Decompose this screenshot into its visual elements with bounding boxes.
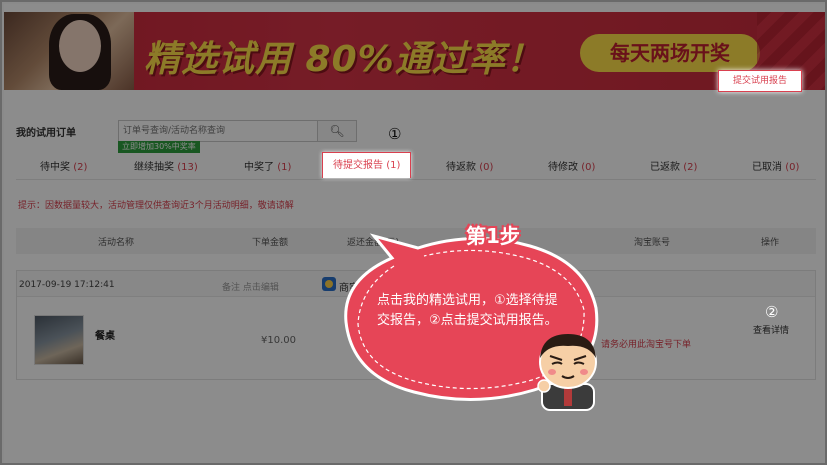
product-thumbnail[interactable] (34, 315, 84, 365)
tab-continue-draw[interactable]: 继续抽奖 (13) (134, 158, 198, 173)
column-header-order-amount: 下单金额 (252, 238, 289, 248)
tab-label: 已返款 (650, 162, 680, 173)
screenshot-frame: 精选试用 80%通过率！ 每天两场开奖 我的试用订单 🔍︎ 立即增加30%中奖率… (0, 0, 827, 465)
tab-pending-refund[interactable]: 待返款 (0) (446, 158, 493, 173)
tab-won[interactable]: 中奖了 (1) (244, 158, 291, 173)
tab-count: (13) (177, 162, 198, 173)
order-price: ¥10.00 (261, 335, 296, 346)
tab-pending-draw[interactable]: 待中奖 (2) (40, 158, 87, 173)
banner-schedule-pill: 每天两场开奖 (580, 34, 760, 72)
tab-count: (0) (479, 162, 494, 173)
tab-pending-report[interactable]: 待提交报告 (1) (322, 152, 412, 178)
view-details-link[interactable]: 查看详情 (753, 323, 789, 336)
tab-label: 待提交报告 (333, 160, 383, 171)
banner-model-face (59, 20, 101, 72)
order-status-tabs: 待中奖 (2) 继续抽奖 (13) 中奖了 (1) 待提交报告 (1) 待返款 … (16, 152, 816, 180)
search-button[interactable]: 🔍︎ (317, 120, 357, 142)
column-header-activity: 活动名称 (98, 238, 135, 248)
banner-model-photo (4, 12, 134, 90)
tab-label: 待修改 (548, 162, 578, 173)
callout-step-title: 第1步 (466, 224, 520, 248)
tab-refunded[interactable]: 已返款 (2) (650, 158, 697, 173)
order-remark-link[interactable]: 备注 点击编辑 (222, 280, 279, 293)
promo-banner[interactable]: 精选试用 80%通过率！ 每天两场开奖 (4, 12, 825, 90)
tab-count: (0) (581, 162, 596, 173)
tab-count: (1) (386, 160, 401, 171)
tab-count: (0) (785, 162, 800, 173)
my-trial-orders-label: 我的试用订单 (16, 128, 76, 139)
tab-label: 待中奖 (40, 162, 70, 173)
taobao-account-note: 请务必用此淘宝号下单 (601, 340, 692, 350)
order-search-input[interactable] (118, 120, 318, 142)
column-header-taobao-account: 淘宝账号 (634, 238, 671, 248)
banner-title: 精选试用 80%通过率！ (144, 39, 543, 80)
tab-label: 已取消 (752, 162, 782, 173)
tab-cancelled[interactable]: 已取消 (0) (752, 158, 799, 173)
step-marker-two: ② (765, 303, 779, 321)
search-icon: 🔍︎ (329, 124, 345, 138)
page: 精选试用 80%通过率！ 每天两场开奖 我的试用订单 🔍︎ 立即增加30%中奖率… (4, 4, 825, 463)
tab-count: (1) (277, 162, 292, 173)
step-marker-one: ① (388, 125, 402, 143)
product-name[interactable]: 餐桌 (95, 327, 115, 342)
tab-count: (2) (683, 162, 698, 173)
mascot-character-icon (537, 334, 597, 411)
column-header-actions: 操作 (761, 238, 780, 248)
submit-trial-report-button[interactable]: 提交试用报告 (718, 70, 802, 92)
tab-label: 待返款 (446, 162, 476, 173)
tab-count: (2) (73, 162, 88, 173)
notice-tip: 提示：因数据量较大，活动管理仅供查询近3个月活动明细，敬请谅解 (18, 201, 294, 211)
tab-label: 中奖了 (244, 162, 274, 173)
order-time: 2017-09-19 17:12:41 (19, 280, 115, 290)
tab-label: 继续抽奖 (134, 162, 174, 173)
callout-instruction-text: 点击我的精选试用，①选择待提交报告，②点击提交试用报告。 (377, 293, 558, 328)
tab-pending-edit[interactable]: 待修改 (0) (548, 158, 595, 173)
